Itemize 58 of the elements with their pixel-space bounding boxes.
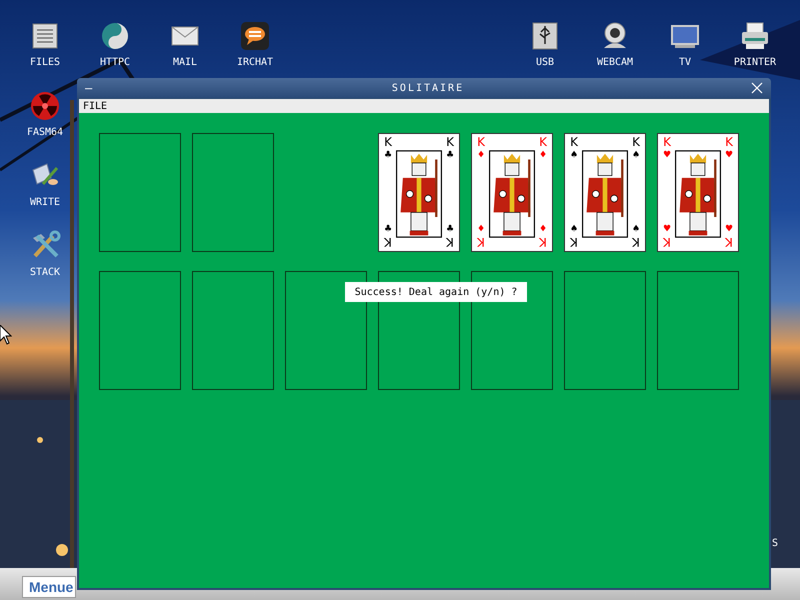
icon-label: WRITE [30,197,60,208]
suit-symbol: ♥ [664,149,670,161]
suit-symbol: ♦ [478,149,484,161]
close-icon[interactable] [751,82,763,94]
suit-symbol: ♥ [664,223,670,235]
pointer-icon [0,325,12,345]
radiation-icon[interactable] [29,90,61,122]
card-rank: K [570,136,578,149]
suit-symbol: ♦ [540,149,546,161]
menu-item[interactable]: FILE [83,100,108,112]
icon-label: PRINTER [734,57,776,68]
card-rank: K [477,235,485,248]
icon-label: FILES [30,57,60,68]
menu-button[interactable]: Menue [22,576,76,598]
playing-card[interactable]: K ♦ ♦ K K ♦ ♦ K [471,133,553,252]
card-rank: K [663,235,671,248]
playing-card[interactable]: K ♣ ♣ K K ♣ ♣ K [378,133,460,252]
card-rank: K [570,235,578,248]
card-rank: K [725,136,733,149]
card-rank: K [632,235,640,248]
suit-symbol: ♠ [570,149,578,161]
suit-symbol: ♥ [726,223,732,235]
playing-card[interactable]: K ♥ ♥ K K ♥ ♥ K [657,133,739,252]
playing-card[interactable]: K ♠ ♠ K K ♠ ♠ K [564,133,646,252]
icon-label: TV [678,57,692,68]
icon-label: STACK [30,267,60,278]
card-rank: K [632,136,640,149]
icon-label: MAIL [172,57,198,68]
card-rank: K [663,136,671,149]
suit-symbol: ♣ [384,149,392,161]
icon-label: WEBCAM [596,57,634,68]
icon-label: FASM64 [26,127,64,138]
card-rank: K [539,136,547,149]
suit-symbol: ♣ [446,149,454,161]
suit-symbol: ♣ [384,223,392,235]
suit-symbol: ♠ [570,223,578,235]
suit-symbol: ♠ [632,149,640,161]
card-rank: K [384,235,392,248]
icon-label: IRCHAT [236,57,274,68]
card-rank: K [477,136,485,149]
icon-label: HTTPC [100,57,130,68]
card-rank: K [539,235,547,248]
card-rank: K [446,235,454,248]
suit-symbol: ♠ [632,223,640,235]
suit-symbol: ♥ [726,149,732,161]
minimize-button[interactable]: — [85,81,105,95]
suit-symbol: ♣ [446,223,454,235]
card-rank: K [384,136,392,149]
suit-symbol: ♦ [478,223,484,235]
icon-label: USB [536,57,554,68]
chat-icon[interactable] [239,20,271,52]
card-rank: K [725,235,733,248]
printer-icon[interactable] [739,20,771,52]
window-title: SOLITAIRE [390,82,466,94]
icon-label: S [772,538,778,549]
suit-symbol: ♦ [540,223,546,235]
message-text: Success! Deal again (y/n) ? [354,286,518,298]
card-rank: K [446,136,454,149]
